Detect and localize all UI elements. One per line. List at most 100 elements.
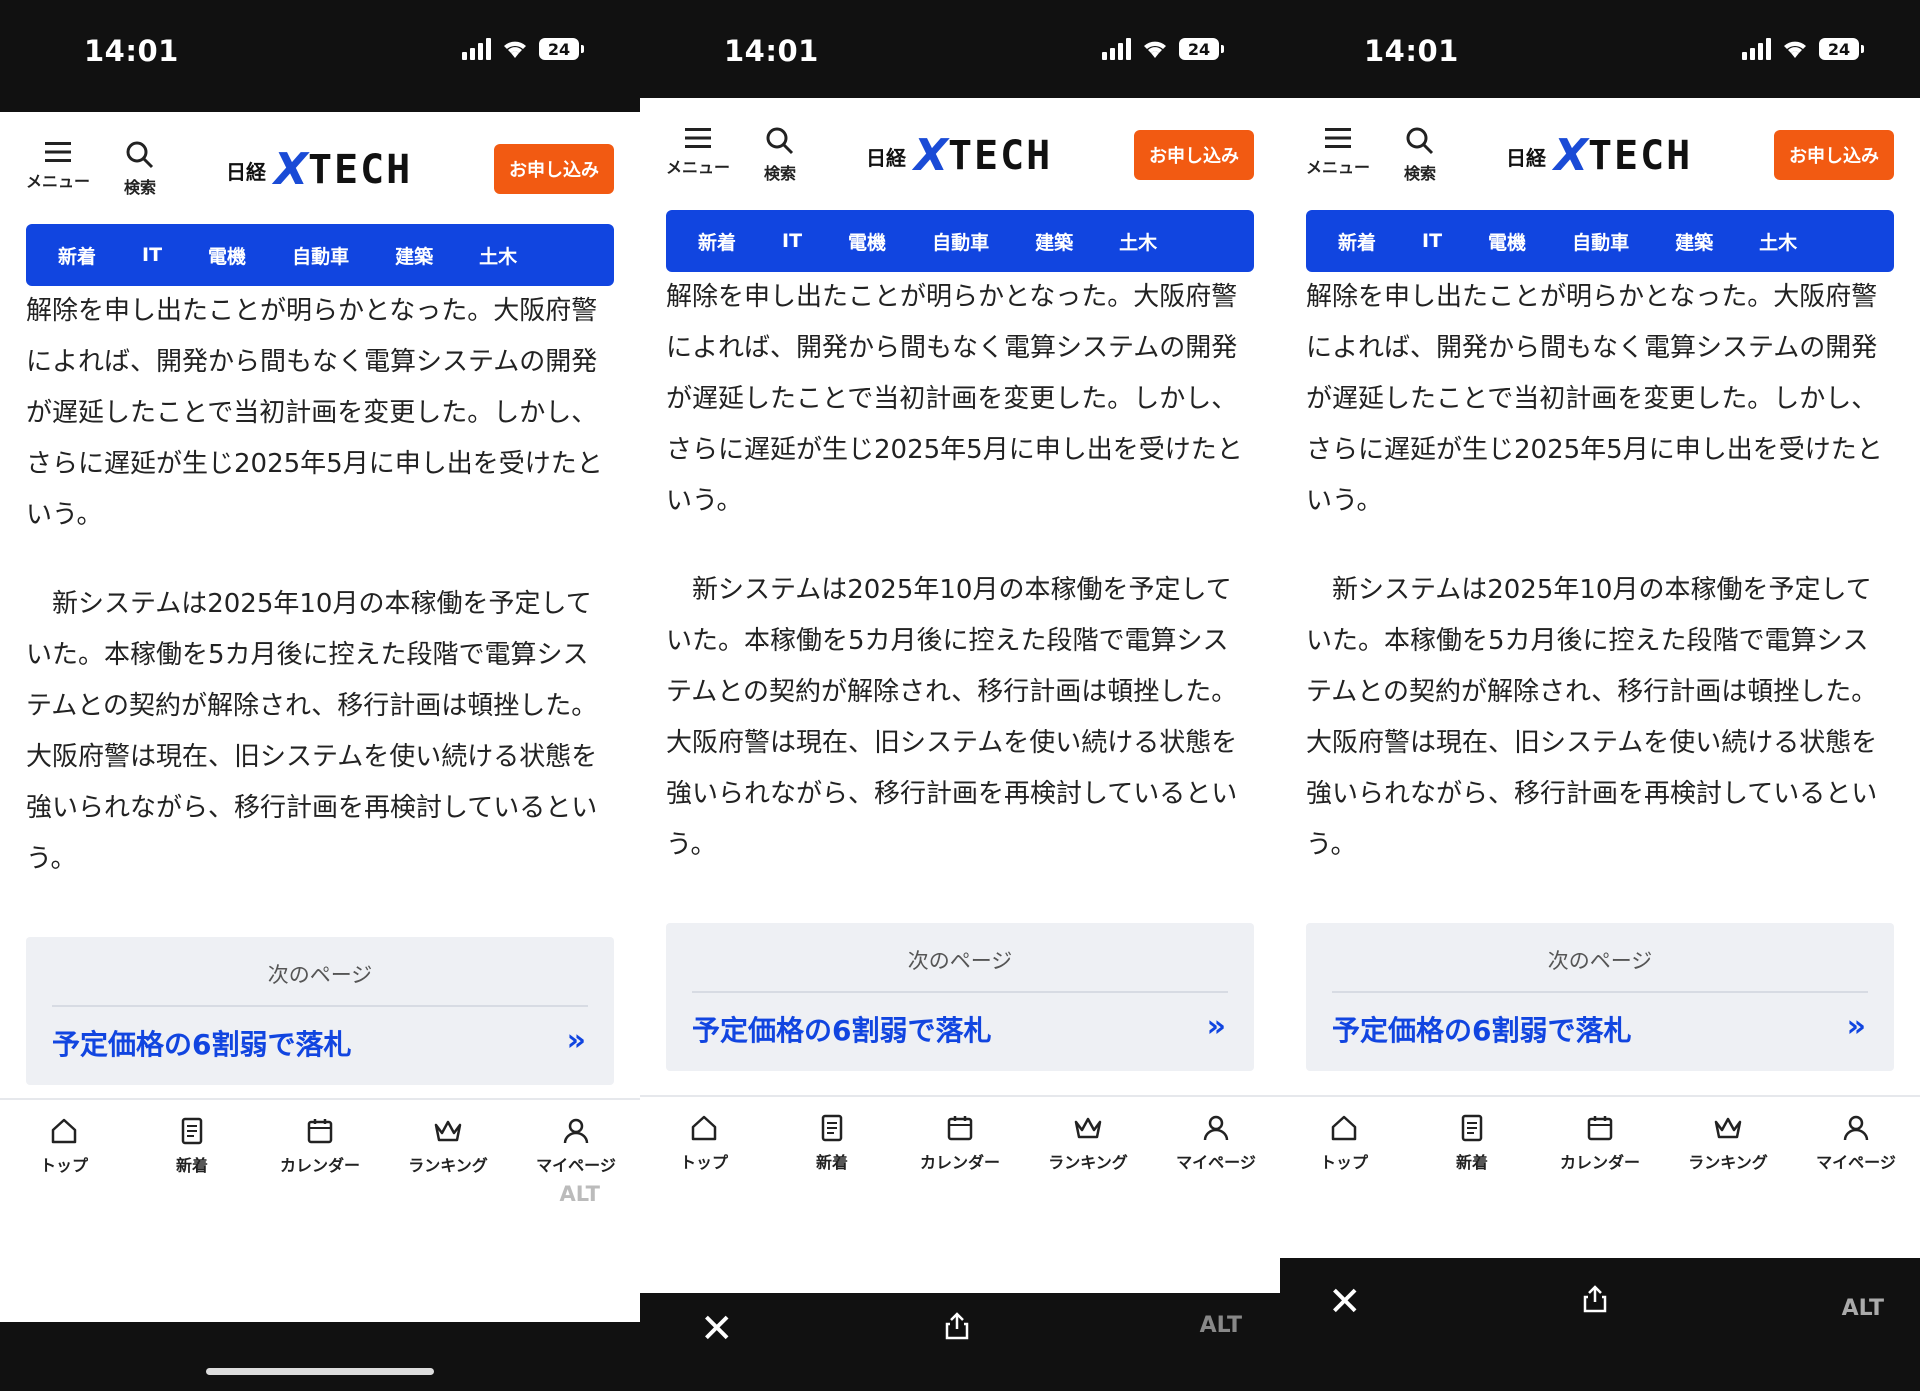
nav-item-electrical[interactable]: 電機 <box>1488 228 1526 255</box>
tab-calendar[interactable]: カレンダー <box>256 1100 384 1212</box>
tab-mypage[interactable]: マイページ <box>1152 1097 1280 1209</box>
nav-item-civil[interactable]: 土木 <box>1119 228 1157 255</box>
article-body: 解除を申し出たことが明らかとなった。大阪府警によれば、開発から間もなく電算システ… <box>0 286 640 885</box>
tab-mypage[interactable]: マイページ <box>1792 1097 1920 1209</box>
tab-new[interactable]: 新着 <box>1408 1097 1536 1209</box>
nav-item-civil[interactable]: 土木 <box>479 242 517 269</box>
double-chevron-right-icon: » <box>566 1023 586 1058</box>
apply-button[interactable]: お申し込み <box>1134 130 1254 180</box>
next-page-card[interactable]: 次のページ 予定価格の6割弱で落札 » <box>1306 923 1894 1071</box>
site-logo[interactable]: 日経 X TECH <box>226 148 412 192</box>
nav-item-civil[interactable]: 土木 <box>1759 228 1797 255</box>
apply-button[interactable]: お申し込み <box>1774 130 1894 180</box>
calendar-icon <box>947 1116 973 1141</box>
user-icon <box>1843 1115 1869 1141</box>
nav-item-architecture[interactable]: 建築 <box>1675 228 1713 255</box>
nav-item-electrical[interactable]: 電機 <box>848 228 886 255</box>
tab-top[interactable]: トップ <box>640 1097 768 1209</box>
nav-item-automotive[interactable]: 自動車 <box>292 242 349 269</box>
logo-x: X <box>1554 130 1588 181</box>
nav-item-architecture[interactable]: 建築 <box>1035 228 1073 255</box>
menu-button[interactable]: メニュー <box>1306 126 1370 178</box>
alt-badge: ALT <box>1841 1296 1884 1321</box>
home-indicator[interactable] <box>206 1368 434 1375</box>
tab-ranking[interactable]: ランキング <box>1024 1097 1152 1209</box>
site-logo[interactable]: 日経 X TECH <box>1506 134 1692 178</box>
crown-icon <box>1074 1117 1102 1139</box>
close-icon[interactable]: ✕ <box>700 1309 734 1349</box>
nav-item-electrical[interactable]: 電機 <box>208 242 246 269</box>
status-bar: 14:01 24 <box>0 0 640 110</box>
menu-label: メニュー <box>26 172 91 191</box>
tab-calendar[interactable]: カレンダー <box>896 1097 1024 1209</box>
document-icon <box>1461 1114 1483 1142</box>
status-icons: 24 <box>462 38 584 60</box>
next-page-card[interactable]: 次のページ 予定価格の6割弱で落札 » <box>26 937 614 1085</box>
apply-button[interactable]: お申し込み <box>494 144 614 194</box>
next-page-divider <box>692 991 1228 993</box>
search-button[interactable]: 検索 <box>1404 126 1436 184</box>
menu-label: メニュー <box>666 158 731 177</box>
tab-label: トップ <box>679 1153 728 1172</box>
tab-label: トップ <box>1319 1153 1368 1172</box>
cellular-signal-icon <box>1742 38 1771 60</box>
search-label: 検索 <box>1404 164 1437 183</box>
next-page-title[interactable]: 予定価格の6割弱で落札 <box>52 1023 351 1063</box>
share-icon[interactable] <box>1580 1284 1610 1314</box>
close-icon[interactable]: ✕ <box>1328 1282 1362 1322</box>
article-paragraph: 解除を申し出たことが明らかとなった。大阪府警によれば、開発から間もなく電算システ… <box>26 296 603 530</box>
tab-label: カレンダー <box>1559 1153 1640 1172</box>
next-page-divider <box>52 1005 588 1007</box>
tab-new[interactable]: 新着 <box>128 1100 256 1212</box>
menu-button[interactable]: メニュー <box>26 140 90 192</box>
tab-label: トップ <box>39 1156 88 1175</box>
tab-new[interactable]: 新着 <box>768 1097 896 1209</box>
calendar-icon <box>1587 1116 1613 1141</box>
site-header: メニュー 検索 日経 X TECH お申し込み <box>0 112 640 224</box>
tab-ranking[interactable]: ランキング <box>384 1100 512 1212</box>
three-phone-comparison: 14:01 24 メニュー 検索 日経 X TECH お申し込み 新着 IT 電… <box>0 0 1920 1391</box>
double-chevron-right-icon: » <box>1206 1009 1226 1044</box>
tab-ranking[interactable]: ランキング <box>1664 1097 1792 1209</box>
tab-calendar[interactable]: カレンダー <box>1536 1097 1664 1209</box>
wifi-icon <box>1784 41 1806 58</box>
article-paragraph: 新システムは2025年10月の本稼働を予定していた。本稼働を5カ月後に控えた段階… <box>26 589 598 874</box>
nav-item-it[interactable]: IT <box>1422 230 1442 252</box>
search-button[interactable]: 検索 <box>764 126 796 184</box>
bottom-tab-bar: トップ 新着 カレンダー ランキング マイページ <box>1280 1095 1920 1209</box>
menu-button[interactable]: メニュー <box>666 126 730 178</box>
nav-item-automotive[interactable]: 自動車 <box>932 228 989 255</box>
nav-item-it[interactable]: IT <box>782 230 802 252</box>
bottom-tab-bar: トップ 新着 カレンダー ランキング マイページ <box>640 1095 1280 1209</box>
bottom-tab-bar: トップ 新着 カレンダー ランキング マイページ <box>0 1098 640 1212</box>
share-icon[interactable] <box>942 1311 972 1341</box>
nav-item-automotive[interactable]: 自動車 <box>1572 228 1629 255</box>
battery-tip <box>1221 45 1224 53</box>
nav-item-architecture[interactable]: 建築 <box>395 242 433 269</box>
next-page-card[interactable]: 次のページ 予定価格の6割弱で落札 » <box>666 923 1254 1071</box>
site-logo[interactable]: 日経 X TECH <box>866 134 1052 178</box>
next-page-title[interactable]: 予定価格の6割弱で落札 <box>692 1009 991 1049</box>
wifi-icon <box>1144 41 1166 58</box>
search-button[interactable]: 検索 <box>124 140 156 198</box>
article-paragraph: 新システムは2025年10月の本稼働を予定していた。本稼働を5カ月後に控えた段階… <box>1306 575 1878 860</box>
nav-item-new[interactable]: 新着 <box>698 228 736 255</box>
status-icons: 24 <box>1742 38 1864 60</box>
article-paragraph: 解除を申し出たことが明らかとなった。大阪府警によれば、開発から間もなく電算システ… <box>666 282 1243 516</box>
logo-nikkei: 日経 <box>226 159 266 184</box>
logo-nikkei: 日経 <box>866 145 906 170</box>
tab-top[interactable]: トップ <box>1280 1097 1408 1209</box>
tab-top[interactable]: トップ <box>0 1100 128 1212</box>
tab-label: 新着 <box>175 1156 208 1175</box>
alt-badge: ALT <box>1199 1313 1242 1338</box>
battery-tip <box>581 45 584 53</box>
nav-item-it[interactable]: IT <box>142 244 162 266</box>
next-page-title[interactable]: 予定価格の6割弱で落札 <box>1332 1009 1631 1049</box>
browser-toolbar: ✕ ALT <box>640 1293 1280 1391</box>
nav-item-new[interactable]: 新着 <box>1338 228 1376 255</box>
document-icon <box>821 1114 843 1142</box>
category-nav: 新着 IT 電機 自動車 建築 土木 <box>666 210 1254 272</box>
nav-item-new[interactable]: 新着 <box>58 242 96 269</box>
user-icon <box>1203 1115 1229 1141</box>
status-icons: 24 <box>1102 38 1224 60</box>
